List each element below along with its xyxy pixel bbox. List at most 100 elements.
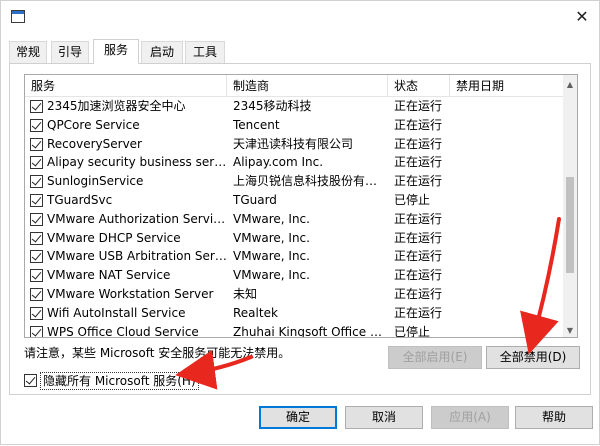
service-status: 正在运行: [394, 155, 443, 170]
service-disabled-date: [456, 229, 556, 248]
column-header-disabled-date[interactable]: 禁用日期: [450, 75, 565, 97]
service-checkbox[interactable]: [30, 212, 43, 226]
service-status: 正在运行: [394, 99, 443, 113]
column-header-status[interactable]: 状态: [388, 75, 450, 97]
service-row[interactable]: TGuardSvc TGuard 已停止: [25, 191, 565, 210]
service-row[interactable]: Wifi AutoInstall Service Realtek 正在运行: [25, 304, 565, 323]
service-row[interactable]: RecoveryServer 天津迅读科技有限公司 正在运行: [25, 135, 565, 154]
service-manufacturer: 上海贝锐信息科技股份有限公...: [233, 174, 385, 189]
service-status: 正在运行: [394, 136, 443, 151]
service-name: VMware Workstation Server: [47, 286, 214, 301]
service-name: VMware DHCP Service: [47, 230, 181, 245]
service-manufacturer: Realtek: [233, 305, 278, 320]
service-disabled-date: [456, 135, 556, 154]
enable-all-button[interactable]: 全部启用(E): [388, 346, 482, 369]
service-manufacturer: TGuard: [233, 192, 277, 207]
service-manufacturer: 2345移动科技: [233, 99, 312, 113]
tab-tools[interactable]: 工具: [185, 41, 225, 63]
service-checkbox[interactable]: [30, 325, 43, 337]
service-manufacturer: VMware, Inc.: [233, 211, 310, 226]
system-configuration-window: ✕ 常规 引导 服务 启动 工具 服务 制造商 状态 禁用日期 2345加速浏览…: [0, 0, 600, 445]
service-checkbox[interactable]: [30, 269, 43, 283]
service-disabled-date: [456, 191, 556, 210]
service-status: 正在运行: [394, 174, 443, 189]
service-checkbox[interactable]: [30, 231, 43, 245]
service-row[interactable]: VMware NAT Service VMware, Inc. 正在运行: [25, 266, 565, 285]
services-list[interactable]: 服务 制造商 状态 禁用日期 2345加速浏览器安全中心 2345移动科技 正在运行…: [24, 74, 578, 338]
app-window-icon: [11, 10, 25, 23]
service-status: 正在运行: [394, 211, 443, 226]
scrollbar-thumb[interactable]: [566, 177, 574, 273]
service-status: 正在运行: [394, 286, 443, 301]
service-disabled-date: [456, 285, 556, 304]
column-header-manufacturer[interactable]: 制造商: [227, 75, 388, 97]
list-rows: 2345加速浏览器安全中心 2345移动科技 正在运行 QPCore Service T…: [25, 97, 565, 338]
service-checkbox[interactable]: [30, 100, 43, 113]
service-checkbox[interactable]: [30, 175, 43, 189]
service-name: Wifi AutoInstall Service: [47, 305, 186, 320]
help-button[interactable]: 帮助: [515, 406, 593, 429]
service-status: 正在运行: [394, 249, 443, 264]
service-row[interactable]: VMware Workstation Server 未知 正在运行: [25, 285, 565, 304]
service-checkbox[interactable]: [30, 137, 43, 151]
service-row[interactable]: 2345加速浏览器安全中心 2345移动科技 正在运行: [25, 97, 565, 116]
service-name: WPS Office Cloud Service: [47, 324, 199, 338]
tab-startup[interactable]: 启动: [141, 41, 183, 63]
apply-button[interactable]: 应用(A): [431, 406, 509, 429]
service-disabled-date: [456, 116, 556, 135]
service-status: 已停止: [394, 192, 431, 207]
scroll-up-arrow-icon[interactable]: ▲: [563, 77, 577, 91]
service-checkbox[interactable]: [30, 287, 43, 301]
ok-button[interactable]: 确定: [259, 406, 337, 429]
service-row[interactable]: VMware Authorization Service VMware, Inc.…: [25, 210, 565, 229]
service-name: VMware NAT Service: [47, 268, 171, 283]
service-row[interactable]: QPCore Service Tencent 正在运行: [25, 116, 565, 135]
hide-microsoft-services-label[interactable]: 隐藏所有 Microsoft 服务(H): [40, 372, 199, 390]
service-status: 正在运行: [394, 117, 443, 132]
tab-boot[interactable]: 引导: [51, 41, 89, 63]
service-row[interactable]: Alipay security business service Alipay.c…: [25, 153, 565, 172]
title-bar: ✕: [1, 1, 599, 31]
service-manufacturer: 天津迅读科技有限公司: [233, 136, 354, 151]
service-disabled-date: [456, 172, 556, 191]
service-name: 2345加速浏览器安全中心: [47, 99, 186, 113]
service-row[interactable]: VMware USB Arbitration Service VMware, In…: [25, 247, 565, 266]
tab-services[interactable]: 服务: [93, 39, 139, 64]
disable-all-button[interactable]: 全部禁用(D): [486, 346, 580, 369]
tab-general[interactable]: 常规: [9, 41, 47, 63]
service-row[interactable]: WPS Office Cloud Service Zhuhai Kingsoft …: [25, 323, 565, 338]
service-row[interactable]: VMware DHCP Service VMware, Inc. 正在运行: [25, 229, 565, 248]
service-status: 正在运行: [394, 305, 443, 320]
service-disabled-date: [456, 266, 556, 285]
service-manufacturer: VMware, Inc.: [233, 230, 310, 245]
service-checkbox[interactable]: [30, 306, 43, 320]
scroll-down-arrow-icon[interactable]: ▼: [563, 323, 577, 337]
cancel-button[interactable]: 取消: [345, 406, 423, 429]
service-checkbox[interactable]: [30, 250, 43, 264]
hide-microsoft-services-checkbox[interactable]: [24, 374, 37, 387]
service-name: RecoveryServer: [47, 136, 142, 151]
service-disabled-date: [456, 153, 556, 172]
service-disabled-date: [456, 304, 556, 323]
close-button[interactable]: ✕: [569, 5, 595, 27]
service-manufacturer: Tencent: [233, 117, 280, 132]
column-header-service[interactable]: 服务: [25, 75, 227, 97]
service-checkbox[interactable]: [30, 118, 43, 132]
service-checkbox[interactable]: [30, 193, 43, 207]
service-manufacturer: VMware, Inc.: [233, 268, 310, 283]
service-manufacturer: Alipay.com Inc.: [233, 155, 324, 170]
service-checkbox[interactable]: [30, 156, 43, 170]
service-name: VMware USB Arbitration Service: [47, 249, 227, 264]
service-name: QPCore Service: [47, 117, 140, 132]
service-manufacturer: Zhuhai Kingsoft Office Soft...: [233, 324, 385, 338]
service-name: TGuardSvc: [47, 192, 113, 207]
security-note: 请注意，某些 Microsoft 安全服务可能无法禁用。: [24, 346, 291, 360]
service-disabled-date: [456, 323, 556, 337]
service-name: SunloginService: [47, 174, 144, 189]
service-row[interactable]: SunloginService 上海贝锐信息科技股份有限公... 正在运行: [25, 172, 565, 191]
services-panel: 服务 制造商 状态 禁用日期 2345加速浏览器安全中心 2345移动科技 正在运行…: [9, 63, 591, 395]
service-name: VMware Authorization Service: [47, 211, 227, 226]
service-disabled-date: [456, 247, 556, 266]
vertical-scrollbar[interactable]: ▲ ▼: [563, 75, 577, 337]
service-status: 正在运行: [394, 230, 443, 245]
